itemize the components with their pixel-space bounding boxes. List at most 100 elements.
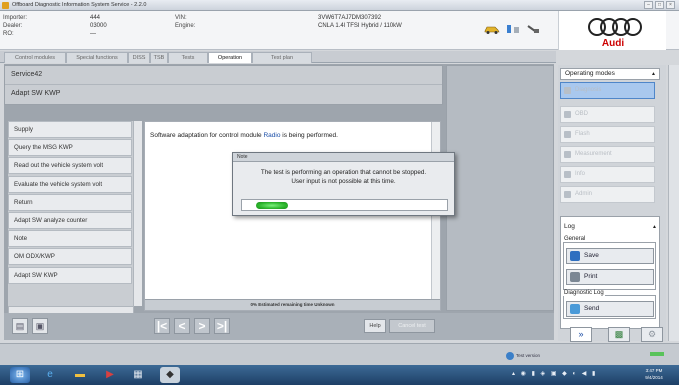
window-scrollbar[interactable] bbox=[668, 65, 679, 341]
first-step-button[interactable]: |< bbox=[154, 318, 170, 334]
mode-diagnosis[interactable]: Diagnosis bbox=[560, 82, 655, 99]
measurement-icon bbox=[564, 151, 571, 158]
next-step-button[interactable]: > bbox=[194, 318, 210, 334]
mode-label: Admin bbox=[575, 191, 593, 197]
step-list-scrollbar[interactable] bbox=[133, 121, 142, 306]
mode-admin[interactable]: Admin bbox=[560, 186, 655, 203]
vin-value: 3VW6T7AJ7DM307392 bbox=[318, 15, 382, 21]
clock-time: 3:47 PM bbox=[645, 368, 663, 373]
maximize-button[interactable]: □ bbox=[655, 1, 664, 9]
app-icon bbox=[2, 2, 9, 9]
vehicle-labels: VIN: Engine: bbox=[175, 14, 195, 30]
flash-icon bbox=[564, 131, 571, 138]
grid-icon[interactable]: ▩ bbox=[608, 327, 630, 342]
system-tray-icons[interactable]: ▴ ◉ ▮ ◈ ▣ ◆ ◐ ◀ ▮ bbox=[512, 370, 597, 377]
print-button[interactable]: Print bbox=[566, 269, 654, 285]
mode-obd[interactable]: OBD bbox=[560, 106, 655, 123]
operating-modes-title: Operating modes bbox=[565, 70, 615, 77]
os-taskbar: ⊞ e ▬ ▶ ▦ ◆ ▴ ◉ ▮ ◈ ▣ ◆ ◐ ◀ ▮ 3:47 PM 9/… bbox=[0, 365, 679, 385]
tab-control-modules[interactable]: Control modules bbox=[4, 52, 66, 63]
dialog-title: Note bbox=[233, 153, 454, 162]
dealer-labels: Importer: Dealer: RO: bbox=[3, 14, 27, 38]
mode-label: Info bbox=[575, 171, 586, 177]
globe-icon bbox=[506, 352, 514, 360]
list-item[interactable]: Supply bbox=[8, 121, 132, 138]
dealer-label: Dealer: bbox=[3, 23, 23, 29]
mode-flash[interactable]: Flash bbox=[560, 126, 655, 143]
print-label: Print bbox=[584, 273, 598, 280]
save-label: Save bbox=[584, 252, 599, 259]
tab-diss[interactable]: DISS bbox=[128, 52, 150, 63]
list-item[interactable]: Query the MSG KWP bbox=[8, 139, 132, 157]
vehicle-status-icons bbox=[484, 23, 540, 37]
mode-label: Diagnosis bbox=[575, 87, 602, 93]
image-icon[interactable]: ▣ bbox=[32, 318, 48, 334]
odis-taskbar-icon[interactable]: ◆ bbox=[160, 367, 180, 383]
list-item[interactable]: Note bbox=[8, 230, 132, 248]
dialog-line-1: The test is performing an operation that… bbox=[260, 169, 427, 176]
tab-operation[interactable]: Operation bbox=[208, 52, 252, 63]
tab-tsb[interactable]: TSB bbox=[150, 52, 168, 63]
save-icon bbox=[570, 251, 580, 261]
cancel-test-button[interactable]: Cancel test bbox=[389, 319, 435, 333]
help-button[interactable]: Help bbox=[364, 319, 386, 333]
dealer-value: 03000 bbox=[90, 23, 107, 29]
start-button-icon[interactable]: ⊞ bbox=[10, 367, 30, 383]
log-collapse-icon[interactable]: ▲ bbox=[652, 222, 657, 232]
test-content-panel: Software adaptation for control module R… bbox=[144, 121, 441, 311]
service-title: Service42 bbox=[11, 71, 43, 78]
mode-info[interactable]: Info bbox=[560, 166, 655, 183]
audi-rings-logo bbox=[588, 18, 642, 36]
tab-test-plan[interactable]: Test plan bbox=[252, 52, 312, 63]
ro-label: RO: bbox=[3, 31, 14, 37]
forward-icon[interactable]: » bbox=[570, 327, 592, 342]
list-item[interactable]: Adapt SW KWP bbox=[8, 266, 132, 284]
mode-label: Measurement bbox=[575, 151, 612, 157]
mode-measurement[interactable]: Measurement bbox=[560, 146, 655, 163]
collapse-icon[interactable]: ▲ bbox=[651, 69, 656, 79]
importer-value: 444 bbox=[90, 15, 101, 21]
minimize-button[interactable]: – bbox=[644, 1, 653, 9]
tab-special-functions[interactable]: Special functions bbox=[66, 52, 128, 63]
clock[interactable]: 3:47 PM 9/4/2014 bbox=[636, 367, 672, 381]
list-item[interactable]: Return bbox=[8, 193, 132, 211]
send-icon bbox=[570, 304, 580, 314]
previous-step-button[interactable]: < bbox=[174, 318, 190, 334]
admin-icon bbox=[564, 191, 571, 198]
main-tabs: Control modules Special functions DISS T… bbox=[0, 51, 556, 63]
network-app-icon[interactable]: ▦ bbox=[128, 367, 148, 383]
send-button[interactable]: Send bbox=[566, 301, 654, 317]
close-button[interactable]: × bbox=[666, 1, 675, 9]
importer-label: Importer: bbox=[3, 15, 28, 21]
settings-icon[interactable]: ⚙ bbox=[641, 327, 663, 342]
connection-status-bar bbox=[650, 352, 664, 356]
note-dialog: Note The test is performing an operation… bbox=[232, 152, 455, 216]
general-label: General bbox=[563, 236, 587, 242]
window-title: Offboard Diagnostic Information System S… bbox=[12, 2, 147, 8]
test-version-indicator: Test version bbox=[506, 352, 540, 360]
print-icon bbox=[570, 272, 580, 282]
media-icon[interactable]: ▶ bbox=[100, 367, 120, 383]
document-icon[interactable]: ▤ bbox=[12, 318, 28, 334]
save-button[interactable]: Save bbox=[566, 248, 654, 264]
vin-label: VIN: bbox=[175, 15, 187, 21]
folder-icon[interactable]: ▬ bbox=[70, 367, 90, 383]
status-message: Software adaptation for control module R… bbox=[150, 132, 338, 139]
dialog-line-2: User input is not possible at this time. bbox=[291, 178, 396, 185]
send-label: Send bbox=[584, 305, 600, 312]
message-prefix: Software adaptation for control module bbox=[150, 132, 262, 139]
tab-tests[interactable]: Tests bbox=[168, 52, 208, 63]
service-header: Service42 Adapt SW KWP bbox=[4, 65, 443, 105]
list-item[interactable]: Read out the vehicle system volt bbox=[8, 157, 132, 175]
list-item[interactable]: Evaluate the vehicle system volt bbox=[8, 175, 132, 193]
mode-label: Flash bbox=[575, 131, 590, 137]
browser-icon[interactable]: e bbox=[40, 367, 60, 383]
last-step-button[interactable]: >| bbox=[214, 318, 230, 334]
engine-label: Engine: bbox=[175, 23, 196, 29]
dialog-progress-bar bbox=[241, 199, 448, 211]
auxiliary-panel bbox=[446, 65, 554, 311]
dealer-values: 444 03000 — bbox=[90, 14, 107, 38]
diagnostic-log-label: Diagnostic Log bbox=[563, 290, 605, 296]
list-item[interactable]: Adapt SW analyze counter bbox=[8, 211, 132, 229]
list-item[interactable]: OM ODX/KWP bbox=[8, 248, 132, 266]
